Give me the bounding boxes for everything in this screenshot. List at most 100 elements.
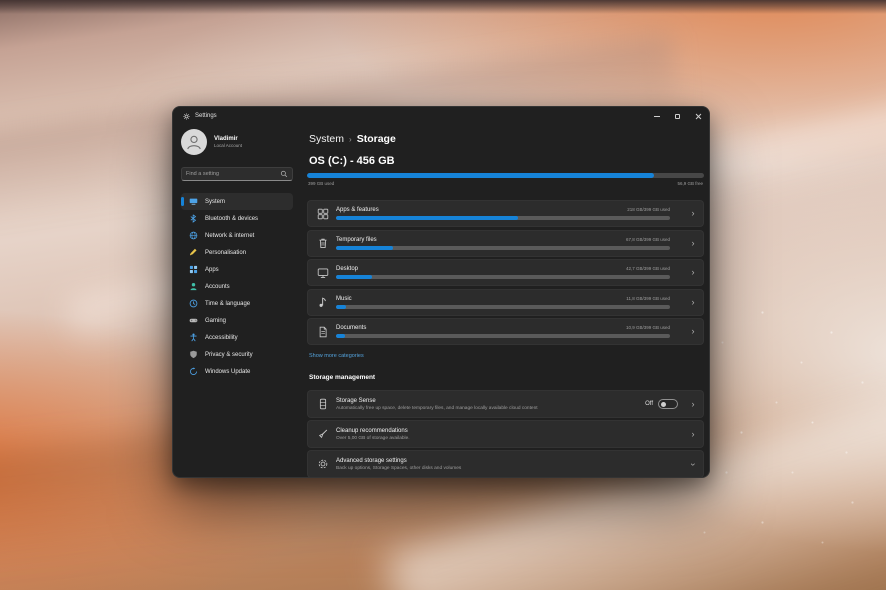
shield-icon: [189, 350, 198, 359]
sidebar-item-label: Personalisation: [205, 249, 247, 256]
sidebar-item-windows-update[interactable]: Windows Update: [181, 363, 293, 380]
sidebar-item-system[interactable]: System: [181, 193, 293, 210]
sidebar-item-gaming[interactable]: Gaming: [181, 312, 293, 329]
apps-features-icon: [317, 208, 329, 220]
sidebar-item-label: Accessibility: [205, 334, 238, 341]
storage-management-list: Storage Sense Automatically free up spac…: [307, 390, 704, 477]
category-list: Apps & features 218 GB/399 GB used › Tem…: [307, 200, 704, 348]
advanced-storage-settings-row[interactable]: Advanced storage settings Back up option…: [307, 450, 704, 477]
settings-app-icon: [183, 112, 190, 120]
storage-sense-toggle[interactable]: [658, 399, 678, 409]
search-box[interactable]: [181, 167, 293, 181]
close-button[interactable]: [688, 107, 709, 125]
selected-indicator: [181, 197, 184, 206]
wallpaper-speckles: [0, 0, 1, 1]
category-usage-bar: [336, 275, 670, 279]
breadcrumb-separator-icon: ›: [349, 134, 352, 144]
category-label: Music: [336, 295, 352, 302]
chevron-right-icon: ›: [691, 398, 695, 409]
sidebar-item-personalisation[interactable]: Personalisation: [181, 244, 293, 261]
category-value: 10,9 GB/399 GB used: [625, 325, 670, 330]
titlebar: Settings: [173, 107, 709, 125]
category-temporary-files[interactable]: Temporary files 67,8 GB/399 GB used ›: [307, 229, 704, 257]
category-usage-bar: [336, 334, 670, 338]
sidebar-item-label: Accounts: [205, 283, 230, 290]
minimize-button[interactable]: [646, 107, 667, 125]
category-value: 42,7 GB/399 GB used: [625, 266, 670, 271]
sidebar-item-bluetooth-devices[interactable]: Bluetooth & devices: [181, 210, 293, 227]
category-label: Apps & features: [336, 207, 379, 213]
maximize-button[interactable]: [667, 107, 688, 125]
trash-icon: [317, 237, 329, 249]
drive-usage-bar: [307, 173, 704, 178]
cleanup-recommendations-row[interactable]: Cleanup recommendations Over 5,00 GB of …: [307, 420, 704, 449]
clock-icon: [189, 299, 198, 308]
avatar[interactable]: [181, 129, 207, 155]
drive-title: OS (C:) - 456 GB: [309, 155, 395, 167]
sidebar-item-time-language[interactable]: Time & language: [181, 295, 293, 312]
category-music[interactable]: Music 11,8 GB/399 GB used ›: [307, 288, 704, 316]
sidebar-item-apps[interactable]: Apps: [181, 261, 293, 278]
category-value: 11,8 GB/399 GB used: [626, 295, 670, 301]
category-documents[interactable]: Documents 10,9 GB/399 GB used ›: [307, 318, 704, 345]
free-label: 56,9 GB free: [677, 181, 703, 186]
toggle-knob: [661, 401, 666, 407]
user-account-type: Local Account: [214, 143, 243, 149]
row-title: Advanced storage settings: [336, 457, 407, 464]
drive-usage-fill: [307, 173, 655, 178]
sidebar-item-accessibility[interactable]: Accessibility: [181, 329, 293, 346]
window-title: Settings: [195, 113, 217, 119]
search-icon: [280, 170, 288, 178]
category-usage-bar: [336, 216, 670, 220]
row-subtitle: Back up options, Storage Spaces, other d…: [336, 465, 462, 471]
music-note-icon: [317, 296, 329, 308]
chevron-right-icon: ›: [691, 208, 695, 218]
sidebar-item-accounts[interactable]: Accounts: [181, 278, 293, 295]
apps-grid-icon: [189, 265, 198, 274]
breadcrumb-storage: Storage: [356, 133, 396, 145]
chevron-right-icon: ›: [691, 326, 695, 336]
sidebar-item-label: Bluetooth & devices: [205, 215, 259, 222]
category-desktop[interactable]: Desktop 42,7 GB/399 GB used ›: [307, 259, 704, 286]
sidebar-nav: System Bluetooth & devices Network & int…: [181, 193, 293, 380]
chevron-down-icon: ›: [688, 462, 699, 466]
maximize-icon: [675, 113, 680, 119]
category-usage-bar: [336, 245, 670, 250]
storage-sense-row[interactable]: Storage Sense Automatically free up spac…: [307, 390, 704, 418]
sidebar-item-label: System: [205, 198, 226, 205]
category-apps-features[interactable]: Apps & features 218 GB/399 GB used ›: [307, 200, 704, 227]
sidebar-item-label: Privacy & security: [205, 351, 253, 358]
minimize-icon: [653, 115, 660, 117]
broom-icon: [317, 428, 329, 440]
breadcrumb-system[interactable]: System: [309, 133, 344, 145]
used-label: 399 GB used: [308, 181, 335, 186]
monitor-icon: [317, 267, 329, 279]
search-input[interactable]: [186, 171, 280, 177]
row-title: Cleanup recommendations: [336, 427, 408, 434]
sidebar-item-label: Time & language: [205, 300, 251, 307]
row-subtitle: Automatically free up space, delete temp…: [336, 405, 538, 411]
main-content: System › Storage OS (C:) - 456 GB 399 GB…: [307, 125, 709, 477]
sidebar-item-label: Apps: [205, 266, 219, 273]
gear-icon: [317, 458, 329, 470]
chevron-right-icon: ›: [691, 296, 695, 307]
sidebar: Vladimir Local Account System Bluetooth …: [173, 125, 301, 477]
chevron-right-icon: ›: [691, 267, 695, 277]
user-profile[interactable]: Vladimir Local Account: [181, 129, 293, 155]
sidebar-item-network-internet[interactable]: Network & internet: [181, 227, 293, 244]
breadcrumb: System › Storage: [309, 133, 396, 145]
storage-sense-icon: [317, 398, 329, 410]
chevron-right-icon: ›: [691, 428, 695, 439]
sidebar-item-privacy-security[interactable]: Privacy & security: [181, 346, 293, 363]
show-more-categories-link[interactable]: Show more categories: [309, 353, 364, 359]
category-value: 67,8 GB/399 GB used: [625, 236, 670, 242]
user-name: Vladimir: [214, 135, 238, 142]
category-label: Documents: [336, 325, 367, 331]
chevron-right-icon: ›: [691, 237, 695, 248]
document-icon: [317, 326, 329, 338]
settings-window: Settings Vladimir Local Account Find a s…: [172, 106, 710, 478]
category-label: Desktop: [336, 266, 359, 272]
person-icon: [189, 282, 198, 291]
sidebar-item-label: Network & internet: [205, 232, 255, 239]
storage-management-heading: Storage management: [309, 374, 376, 381]
